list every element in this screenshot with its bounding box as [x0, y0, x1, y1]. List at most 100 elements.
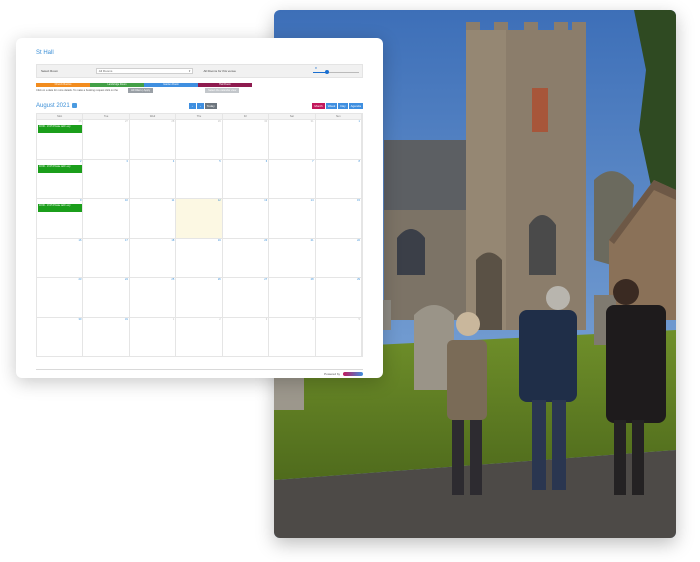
day-cell[interactable]: 7 — [269, 159, 316, 198]
day-cell[interactable]: 27 — [83, 120, 130, 159]
slider-handle[interactable] — [324, 70, 329, 74]
day-number[interactable]: 27 — [264, 278, 267, 281]
people-slider[interactable]: 8 — [313, 66, 360, 75]
today-button[interactable]: Today — [204, 102, 217, 109]
day-number[interactable]: 19 — [218, 239, 221, 242]
day-number[interactable]: 23 — [79, 278, 82, 281]
day-number[interactable]: 29 — [218, 120, 221, 123]
hallbookings-logo[interactable] — [343, 372, 363, 376]
day-number[interactable]: 13 — [264, 199, 267, 202]
day-cell[interactable]: 6 — [223, 159, 270, 198]
day-number[interactable]: 9 — [80, 199, 81, 202]
calendar-icon[interactable] — [71, 103, 77, 108]
day-cell[interactable]: 21 — [269, 238, 316, 277]
day-cell[interactable]: 26 10:00 - 13:15 Private with Lucy — [37, 120, 84, 159]
day-number[interactable]: 2 — [219, 318, 220, 321]
day-number[interactable]: 4 — [312, 318, 313, 321]
day-number[interactable]: 3 — [266, 318, 267, 321]
day-cell[interactable]: 31 — [269, 120, 316, 159]
day-number[interactable]: 8 — [359, 160, 360, 163]
day-cell[interactable]: 12 — [176, 199, 223, 238]
view-day-button[interactable]: Day — [338, 102, 348, 109]
day-cell[interactable]: 31 — [83, 317, 130, 356]
day-number[interactable]: 30 — [264, 120, 267, 123]
booking-event[interactable]: 10:00 - 13:15 Private with Lucy — [38, 164, 82, 173]
view-week-button[interactable]: Week — [325, 102, 338, 109]
day-cell[interactable]: 28 — [130, 120, 177, 159]
day-number[interactable]: 5 — [359, 318, 360, 321]
day-number[interactable]: 14 — [311, 199, 314, 202]
day-number[interactable]: 12 — [218, 199, 221, 202]
day-cell[interactable]: 9 10:00 - 13:15 Private with Lucy — [37, 199, 84, 238]
apply-filter-button[interactable]: All Filters | Apply — [128, 88, 154, 93]
day-cell[interactable]: 13 — [223, 199, 270, 238]
day-number[interactable]: 1 — [173, 318, 174, 321]
day-cell[interactable]: 1 — [130, 317, 177, 356]
day-number[interactable]: 3 — [126, 160, 127, 163]
day-cell[interactable]: 24 — [83, 278, 130, 317]
day-cell[interactable]: 29 — [316, 278, 362, 317]
day-cell[interactable]: 26 — [176, 278, 223, 317]
day-number[interactable]: 31 — [125, 318, 128, 321]
day-cell[interactable]: 17 — [83, 238, 130, 277]
day-number[interactable]: 16 — [79, 239, 82, 242]
day-cell[interactable]: 4 — [269, 317, 316, 356]
day-number[interactable]: 30 — [79, 318, 82, 321]
day-number[interactable]: 7 — [312, 160, 313, 163]
day-number[interactable]: 10 — [125, 199, 128, 202]
day-number[interactable]: 24 — [125, 278, 128, 281]
day-number[interactable]: 1 — [359, 120, 360, 123]
day-cell[interactable]: 25 — [130, 278, 177, 317]
day-cell[interactable]: 14 — [269, 199, 316, 238]
day-number[interactable]: 2 — [80, 160, 81, 163]
day-number[interactable]: 26 — [218, 278, 221, 281]
day-number[interactable]: 17 — [125, 239, 128, 242]
day-cell[interactable]: 3 — [83, 159, 130, 198]
day-cell[interactable]: 2 — [176, 317, 223, 356]
day-number[interactable]: 22 — [357, 239, 360, 242]
calendar-view-button[interactable]: Select the calendar view — [205, 88, 240, 93]
day-cell[interactable]: 11 — [130, 199, 177, 238]
view-month-button[interactable]: Month — [312, 102, 325, 109]
day-cell[interactable]: 3 — [223, 317, 270, 356]
day-cell[interactable]: 29 — [176, 120, 223, 159]
day-cell[interactable]: 16 — [37, 238, 84, 277]
day-cell[interactable]: 27 — [223, 278, 270, 317]
day-cell[interactable]: 10 — [83, 199, 130, 238]
view-agenda-button[interactable]: Agenda — [348, 102, 363, 109]
day-cell[interactable]: 19 — [176, 238, 223, 277]
day-cell[interactable]: 5 — [316, 317, 362, 356]
day-cell[interactable]: 8 — [316, 159, 362, 198]
day-number[interactable]: 27 — [125, 120, 128, 123]
prev-month-button[interactable]: ‹ — [188, 102, 196, 109]
day-cell[interactable]: 28 — [269, 278, 316, 317]
day-number[interactable]: 6 — [266, 160, 267, 163]
day-cell[interactable]: 15 — [316, 199, 362, 238]
day-number[interactable]: 4 — [173, 160, 174, 163]
day-cell[interactable]: 4 — [130, 159, 177, 198]
day-cell[interactable]: 1 — [316, 120, 362, 159]
day-number[interactable]: 11 — [172, 199, 175, 202]
day-number[interactable]: 5 — [219, 160, 220, 163]
day-number[interactable]: 18 — [171, 239, 174, 242]
next-month-button[interactable]: › — [196, 102, 204, 109]
day-number[interactable]: 15 — [357, 199, 360, 202]
day-number[interactable]: 28 — [171, 120, 174, 123]
day-number[interactable]: 31 — [311, 120, 314, 123]
booking-event[interactable]: 10:00 - 13:15 Private with Lucy — [38, 204, 82, 212]
day-cell[interactable]: 2 10:00 - 13:15 Private with Lucy — [37, 159, 84, 198]
day-number[interactable]: 20 — [264, 239, 267, 242]
day-number[interactable]: 29 — [357, 278, 360, 281]
booking-event[interactable]: 10:00 - 13:15 Private with Lucy — [38, 125, 82, 133]
day-cell[interactable]: 20 — [223, 238, 270, 277]
day-number[interactable]: 26 — [79, 120, 82, 123]
day-cell[interactable]: 30 — [37, 317, 84, 356]
day-cell[interactable]: 5 — [176, 159, 223, 198]
day-number[interactable]: 21 — [311, 239, 314, 242]
day-cell[interactable]: 30 — [223, 120, 270, 159]
day-cell[interactable]: 18 — [130, 238, 177, 277]
day-number[interactable]: 25 — [171, 278, 174, 281]
day-number[interactable]: 28 — [311, 278, 314, 281]
day-cell[interactable]: 22 — [316, 238, 362, 277]
room-select[interactable]: All Rooms — [95, 68, 194, 74]
